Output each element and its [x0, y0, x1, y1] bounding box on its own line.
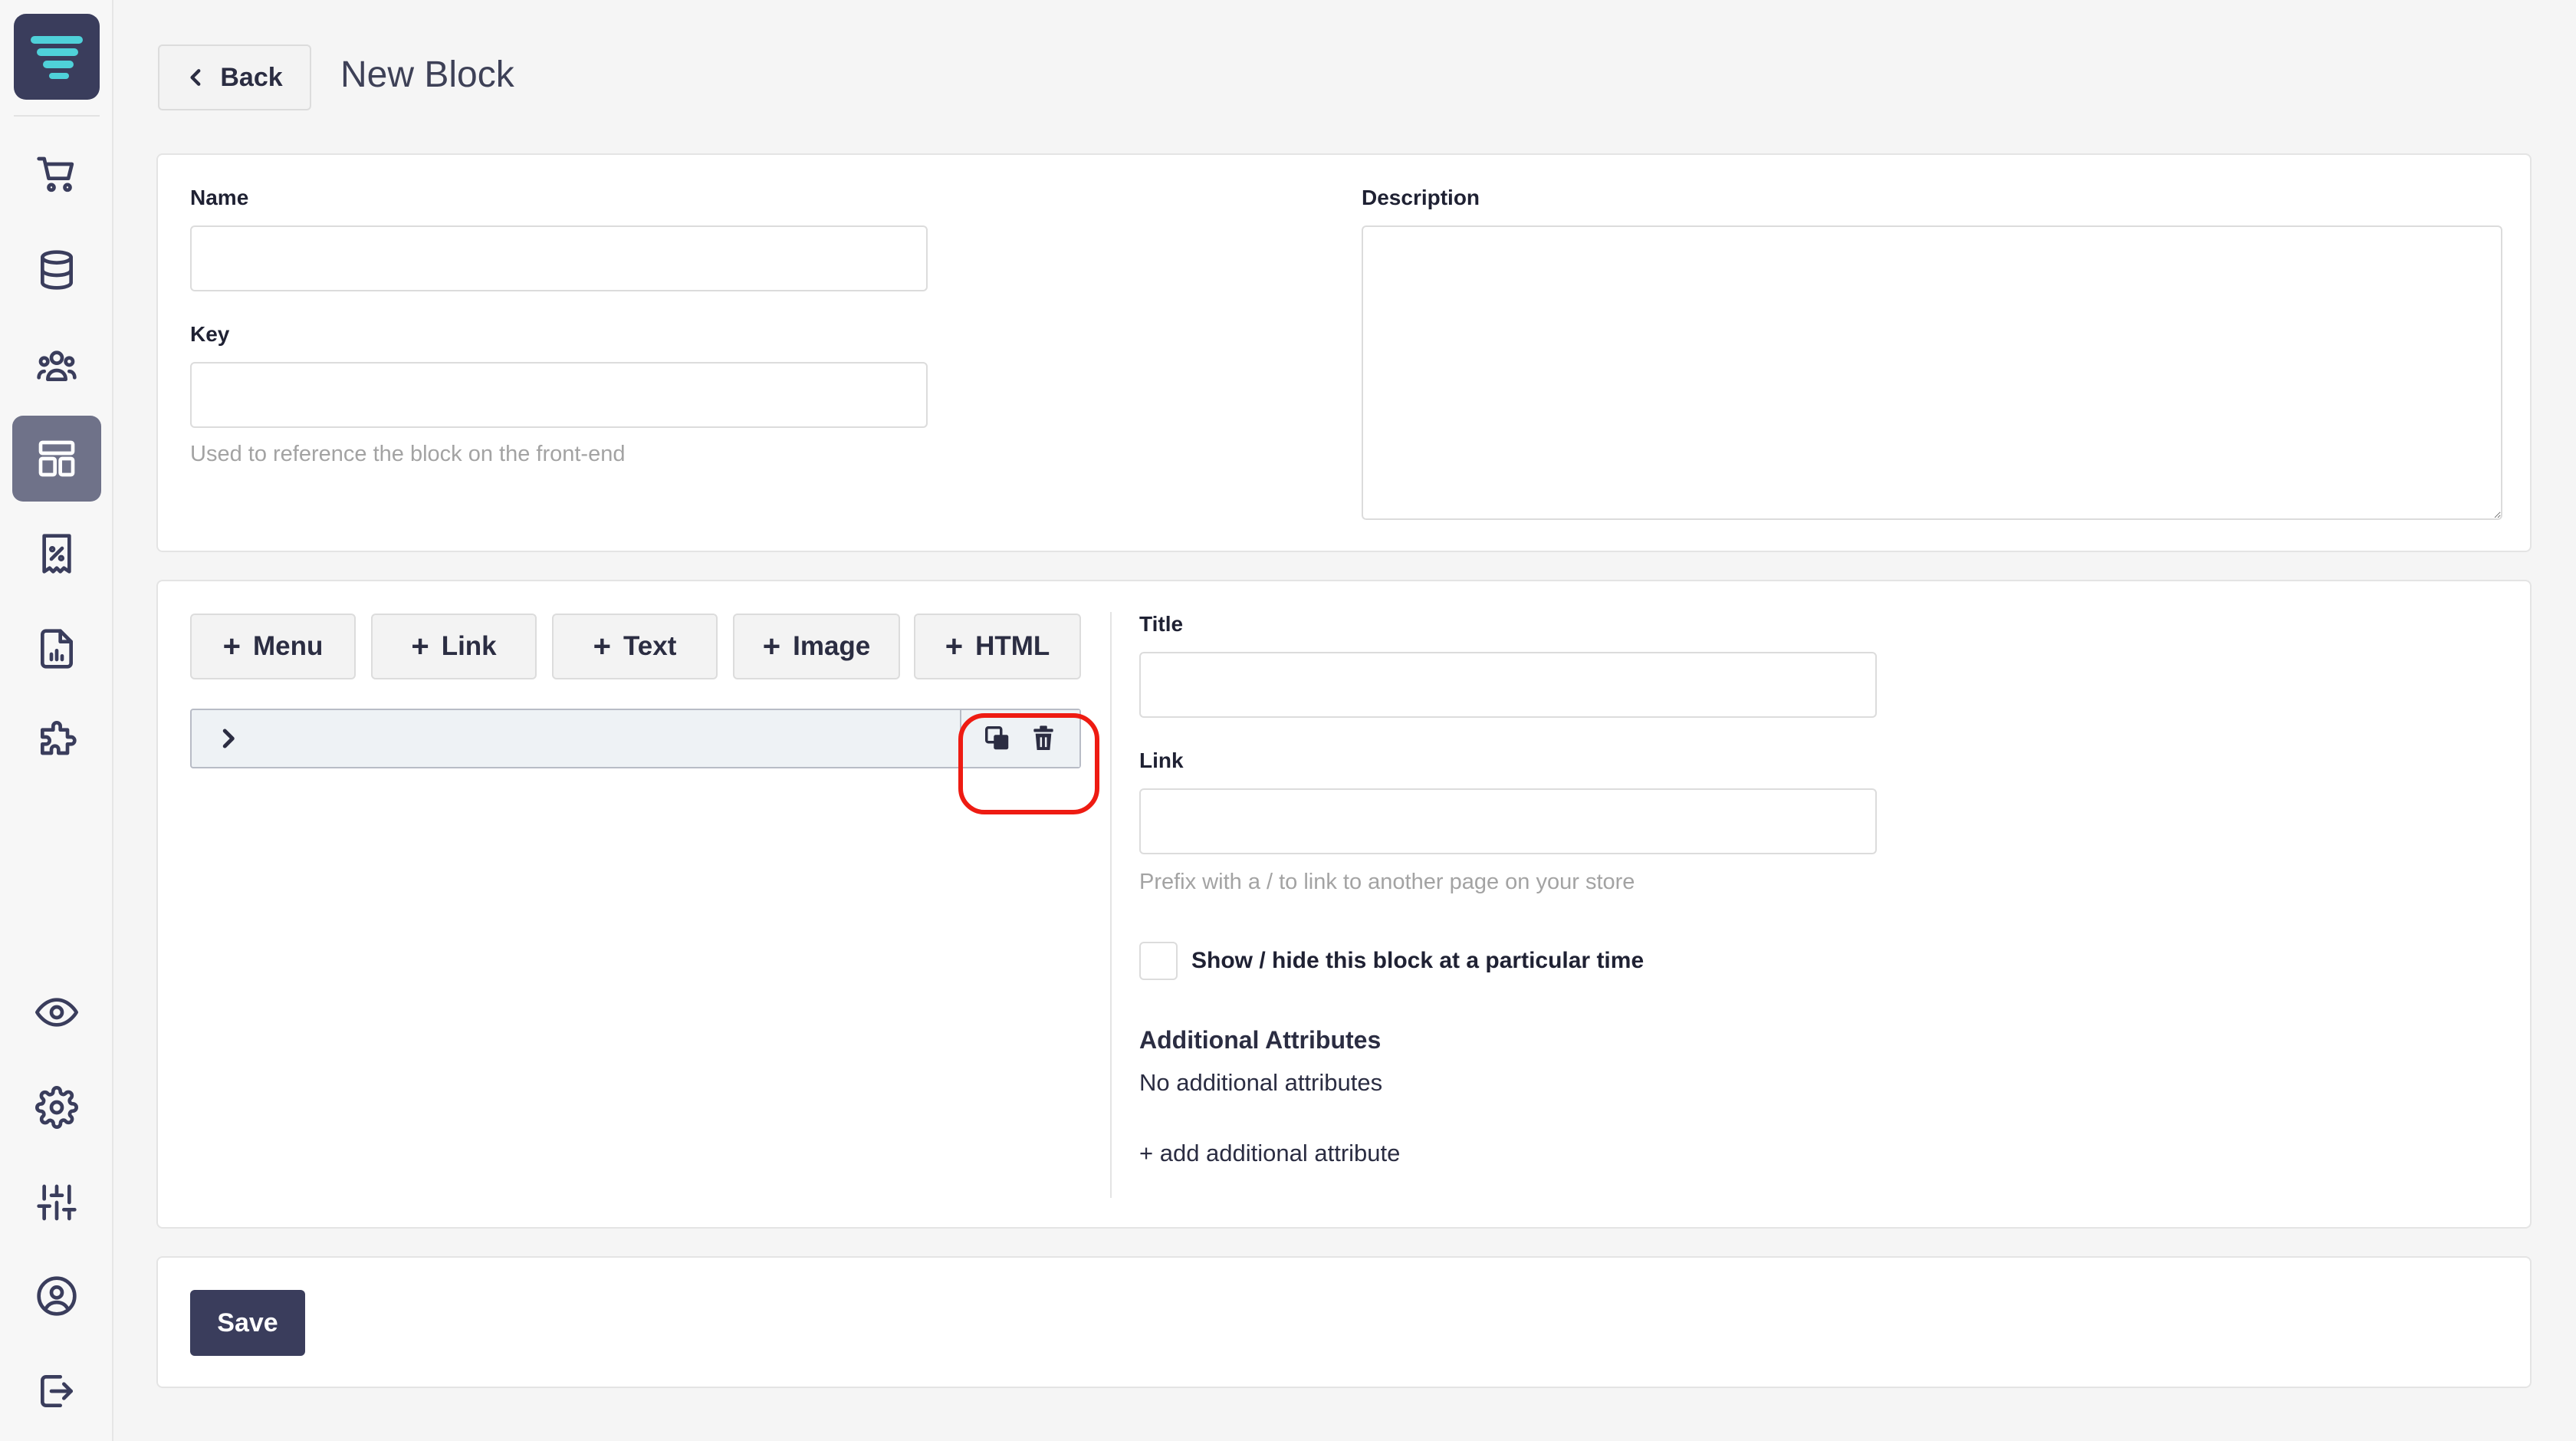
- schedule-label[interactable]: Show / hide this block at a particular t…: [1191, 948, 1644, 974]
- save-button[interactable]: Save: [190, 1290, 305, 1356]
- block-builder-card: + Menu + Link + Text + Image + HTML Titl…: [156, 580, 2532, 1229]
- sidebar-item-database[interactable]: [12, 227, 101, 313]
- sliders-icon: [37, 1184, 77, 1221]
- plus-icon: +: [411, 629, 429, 663]
- plus-icon: +: [222, 629, 241, 663]
- add-text-button[interactable]: + Text: [552, 614, 718, 679]
- expand-item-toggle[interactable]: [216, 727, 239, 750]
- discount-icon: [42, 534, 71, 574]
- sidebar-item-customers[interactable]: [12, 322, 101, 408]
- sidebar-item-reports[interactable]: [12, 606, 101, 692]
- chevron-right-icon: [222, 729, 235, 748]
- block-item-row[interactable]: [190, 709, 1081, 768]
- name-input[interactable]: [190, 225, 928, 291]
- sidebar-item-account[interactable]: [12, 1253, 101, 1339]
- plus-icon: +: [945, 629, 964, 663]
- back-button[interactable]: Back: [158, 44, 311, 110]
- puzzle-icon: [41, 721, 77, 755]
- add-link-label: Link: [441, 631, 497, 661]
- sidebar: [0, 0, 113, 1441]
- sidebar-item-configuration[interactable]: [12, 1160, 101, 1245]
- add-menu-label: Menu: [252, 631, 324, 661]
- add-attribute-link[interactable]: + add additional attribute: [1139, 1140, 1400, 1167]
- schedule-checkbox[interactable]: [1139, 942, 1178, 980]
- key-input[interactable]: [190, 362, 928, 428]
- gear-icon: [35, 1086, 78, 1129]
- key-label: Key: [190, 322, 230, 346]
- no-attributes-text: No additional attributes: [1139, 1069, 1383, 1096]
- plus-icon: +: [593, 629, 611, 663]
- description-textarea[interactable]: [1362, 225, 2502, 520]
- page-title: New Block: [340, 54, 514, 95]
- sidebar-item-content[interactable]: [12, 416, 101, 502]
- add-menu-button[interactable]: + Menu: [190, 614, 356, 679]
- plus-icon: +: [762, 629, 781, 663]
- add-image-label: Image: [793, 631, 871, 661]
- description-label: Description: [1362, 186, 1480, 209]
- block-details-card: Name Key Used to reference the block on …: [156, 153, 2532, 552]
- eye-icon: [35, 998, 78, 1027]
- name-label: Name: [190, 186, 249, 209]
- report-icon: [41, 629, 73, 669]
- logo-icon: [31, 36, 83, 79]
- add-html-button[interactable]: + HTML: [914, 614, 1081, 679]
- key-help-text: Used to reference the block on the front…: [190, 442, 626, 466]
- user-circle-icon: [37, 1276, 77, 1316]
- add-image-button[interactable]: + Image: [733, 614, 900, 679]
- sidebar-item-preview[interactable]: [12, 969, 101, 1055]
- highlight-annotation: [958, 713, 1099, 814]
- title-label: Title: [1139, 612, 1184, 636]
- additional-attributes-heading: Additional Attributes: [1139, 1026, 1382, 1054]
- link-input[interactable]: [1139, 788, 1877, 854]
- chevron-left-icon: [190, 69, 201, 86]
- layout-icon: [38, 440, 75, 477]
- add-link-button[interactable]: + Link: [371, 614, 537, 679]
- sidebar-item-extensions[interactable]: [12, 699, 101, 785]
- app-logo[interactable]: [14, 14, 100, 100]
- sidebar-item-settings[interactable]: [12, 1064, 101, 1150]
- sidebar-item-orders[interactable]: [12, 132, 101, 218]
- add-html-label: HTML: [975, 631, 1050, 661]
- link-help-text: Prefix with a / to link to another page …: [1139, 870, 1635, 894]
- title-input[interactable]: [1139, 652, 1877, 718]
- back-button-label: Back: [220, 62, 283, 92]
- builder-divider: [1110, 612, 1112, 1198]
- save-card: Save: [156, 1256, 2532, 1388]
- users-icon: [37, 350, 77, 381]
- database-icon: [41, 250, 73, 290]
- sidebar-item-logout[interactable]: [12, 1348, 101, 1434]
- logout-icon: [41, 1375, 73, 1407]
- link-label: Link: [1139, 748, 1184, 772]
- add-text-label: Text: [623, 631, 677, 661]
- cart-icon: [37, 156, 74, 192]
- sidebar-divider: [14, 115, 100, 117]
- sidebar-item-discounts[interactable]: [12, 511, 101, 597]
